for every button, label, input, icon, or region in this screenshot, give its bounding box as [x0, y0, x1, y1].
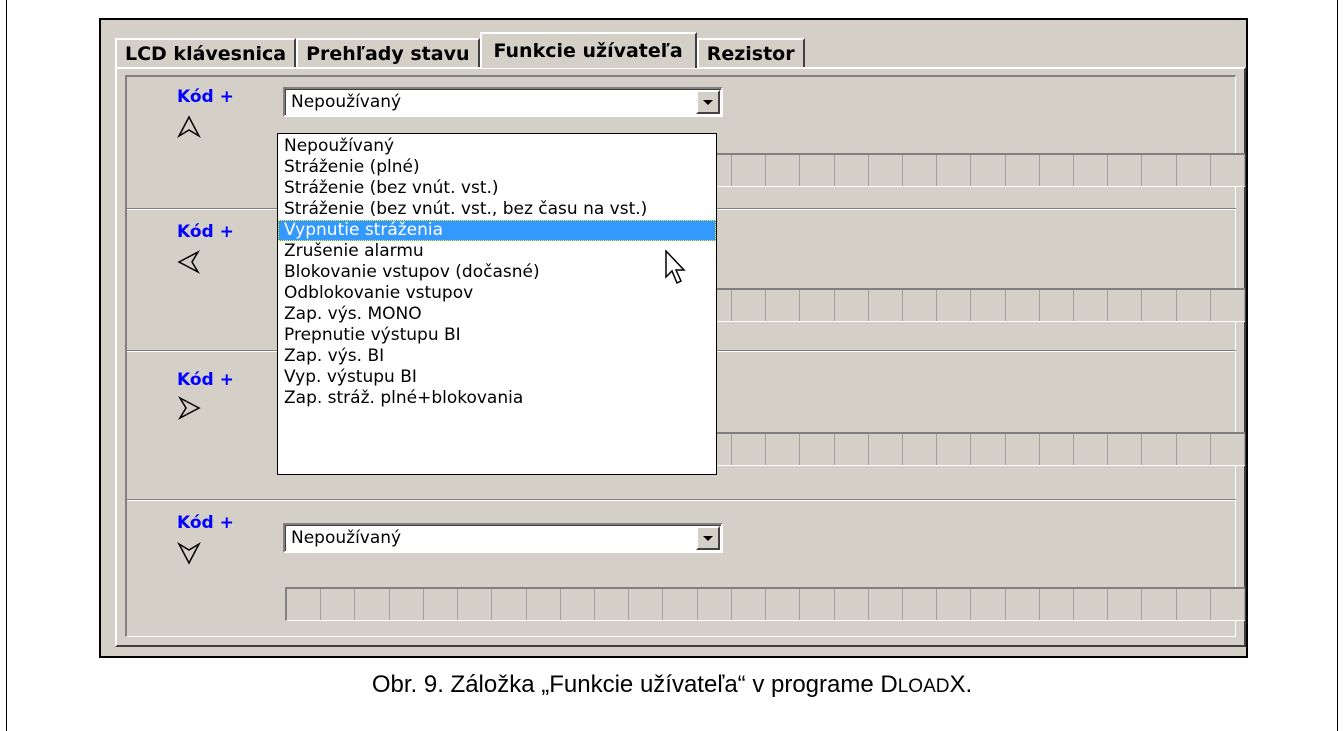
function-dropdown-list[interactable]: Nepoužívaný Stráženie (plné) Stráženie (… — [277, 133, 717, 475]
key-sequence-field[interactable] — [285, 587, 1246, 621]
tab-bar: LCD klávesnica Prehľady stavu Funkcie už… — [115, 32, 805, 68]
dropdown-option-selected[interactable]: Vypnutie stráženia — [278, 220, 716, 241]
select-value: Nepoužívaný — [291, 528, 402, 548]
left-arrow-icon — [177, 250, 201, 274]
dropdown-option[interactable]: Stráženie (plné) — [278, 157, 716, 178]
down-arrow-icon — [177, 541, 201, 565]
up-arrow-icon — [177, 115, 201, 139]
dropdown-option[interactable]: Nepoužívaný — [278, 136, 716, 157]
function-select-down[interactable]: Nepoužívaný — [283, 523, 723, 553]
dropdown-button[interactable] — [696, 90, 720, 114]
dropdown-option[interactable]: Vyp. výstupu BI — [278, 367, 716, 388]
tab-prehlady-stavu[interactable]: Prehľady stavu — [296, 38, 480, 68]
dropdown-option[interactable]: Zap. stráž. plné+blokovania — [278, 388, 716, 409]
kod-label: Kód + — [177, 513, 234, 533]
dropdown-option[interactable]: Odblokovanie vstupov — [278, 283, 716, 304]
tab-funkcie-uzivatela[interactable]: Funkcie užívateľa — [479, 32, 697, 68]
dropdown-option[interactable]: Stráženie (bez vnút. vst., bez času na v… — [278, 199, 716, 220]
tab-lcd-klavesnica[interactable]: LCD klávesnica — [115, 38, 297, 68]
kod-label: Kód + — [177, 370, 234, 390]
dropdown-option[interactable]: Blokovanie vstupov (dočasné) — [278, 262, 716, 283]
figure-caption: Obr. 9. Záložka „Funkcie užívateľa“ v pr… — [0, 671, 1344, 699]
dropdown-button[interactable] — [696, 526, 720, 550]
dropdown-option[interactable]: Zrušenie alarmu — [278, 241, 716, 262]
caption-suffix: X. — [949, 671, 973, 698]
function-select-up[interactable]: Nepoužívaný — [283, 87, 723, 117]
mouse-cursor-icon — [665, 250, 686, 285]
kod-label: Kód + — [177, 87, 234, 107]
right-arrow-icon — [177, 396, 201, 420]
kod-label: Kód + — [177, 222, 234, 242]
dropdown-option[interactable]: Zap. výs. MONO — [278, 304, 716, 325]
dropdown-option[interactable]: Zap. výs. BI — [278, 346, 716, 367]
divider — [127, 499, 1236, 501]
tab-rezistor[interactable]: Rezistor — [696, 38, 805, 68]
caption-text: Obr. 9. Záložka „Funkcie užívateľa“ v pr… — [371, 671, 898, 698]
dropdown-option[interactable]: Stráženie (bez vnút. vst.) — [278, 178, 716, 199]
dropdown-option[interactable]: Prepnutie výstupu BI — [278, 325, 716, 346]
caption-smallcaps: LOAD — [897, 676, 950, 697]
section-down: Kód + Nepoužívaný — [127, 503, 1246, 637]
select-value: Nepoužívaný — [291, 92, 402, 112]
